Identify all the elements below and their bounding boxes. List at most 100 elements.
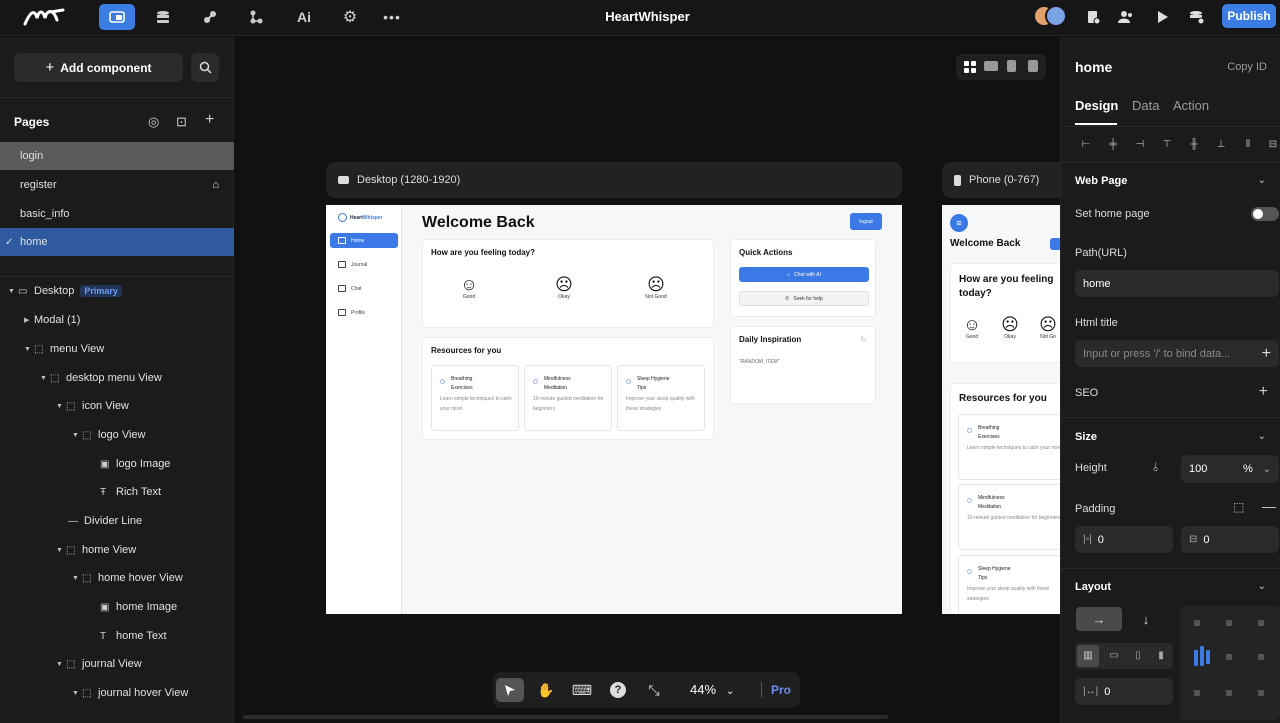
- phone-logout-button[interactable]: [1050, 238, 1060, 250]
- tree-item-menu-view[interactable]: ▼ ⬚ menu View: [0, 335, 234, 363]
- refresh-icon[interactable]: ↻: [860, 335, 867, 344]
- tree-item-desktop[interactable]: ▼ ▭ Desktop Primary: [0, 277, 234, 305]
- plus-icon[interactable]: +: [1262, 345, 1271, 363]
- desktop-icon[interactable]: [984, 61, 998, 71]
- preview-nav-profile[interactable]: Profile: [330, 305, 398, 320]
- tree-item-home-view[interactable]: ▼ ⬚ home View: [0, 536, 234, 564]
- deploy-icon[interactable]: [1181, 4, 1213, 30]
- set-home-toggle[interactable]: [1251, 207, 1279, 221]
- path-input[interactable]: home: [1075, 270, 1279, 297]
- keyboard-icon[interactable]: ⌨: [568, 678, 596, 702]
- phone-mood-good[interactable]: ☺ Good: [959, 316, 985, 341]
- page-item-basic-info[interactable]: basic_info: [0, 200, 234, 228]
- preview-nav-chat[interactable]: Chat: [330, 281, 398, 296]
- mood-good[interactable]: ☺ Good: [451, 276, 487, 301]
- page-item-home[interactable]: ✓ home: [0, 228, 234, 256]
- publish-button[interactable]: Publish: [1222, 4, 1276, 28]
- add-component-button[interactable]: + Add component: [14, 53, 183, 82]
- tree-item-logo-image[interactable]: ▣ logo Image: [0, 450, 234, 478]
- caret-down-icon[interactable]: ▼: [8, 288, 18, 295]
- web-page-section[interactable]: Web Page: [1075, 175, 1127, 187]
- layout-fill-icon[interactable]: ▯: [1127, 645, 1149, 667]
- tab-action[interactable]: Action: [1173, 98, 1209, 113]
- layout-section[interactable]: Layout: [1075, 581, 1111, 593]
- padding-expand-icon[interactable]: ⬚: [1233, 500, 1244, 514]
- gear-icon[interactable]: ⚙: [334, 4, 366, 30]
- resource-breathing[interactable]: Breathing Exercises Learn simple techniqu…: [431, 365, 519, 431]
- phone-frame-tab[interactable]: Phone (0-767): [942, 162, 1060, 198]
- grid-icon[interactable]: [964, 60, 976, 73]
- ai-icon[interactable]: Ai: [288, 4, 320, 30]
- workflow-icon[interactable]: [240, 4, 272, 30]
- height-unit[interactable]: %: [1243, 463, 1253, 475]
- chevron-down-icon[interactable]: ⌄: [1258, 581, 1266, 592]
- caret-right-icon[interactable]: ▶: [24, 316, 34, 324]
- tree-item-journal-hover-view[interactable]: ▼ ⬚ journal hover View: [0, 679, 234, 707]
- desktop-frame-tab[interactable]: Desktop (1280-1920): [326, 162, 902, 198]
- tablet-icon[interactable]: [1007, 60, 1016, 72]
- tree-item-divider-line[interactable]: — Divider Line: [0, 507, 234, 535]
- distribute-v-icon[interactable]: ⊟: [1267, 139, 1279, 151]
- distribute-h-icon[interactable]: ⫴: [1242, 139, 1254, 151]
- page-item-login[interactable]: login: [0, 142, 234, 170]
- add-seo-icon[interactable]: +: [1259, 383, 1268, 401]
- caret-down-icon[interactable]: ▼: [24, 346, 34, 353]
- database-icon[interactable]: [147, 4, 179, 30]
- align-bottom-icon[interactable]: ⊥: [1215, 139, 1227, 151]
- align-top-icon[interactable]: ⊤: [1161, 139, 1173, 151]
- zoom-level[interactable]: 44% ⌄: [690, 682, 734, 697]
- seek-help-button[interactable]: ✆ Seek for help: [739, 291, 869, 306]
- resource-mindfulness[interactable]: Mindfulness Meditation 10-minute guided m…: [524, 365, 612, 431]
- tree-item-modal[interactable]: ▶ Modal (1): [0, 306, 234, 334]
- preview-nav-home[interactable]: Home: [330, 233, 398, 248]
- mood-not-good[interactable]: ☹ Not Good: [638, 276, 674, 301]
- resource-sleep[interactable]: Sleep Hygiene Tips Improve your sleep qua…: [617, 365, 705, 431]
- horizontal-scrollbar[interactable]: [243, 715, 888, 719]
- collaborator-avatars[interactable]: [1033, 5, 1067, 27]
- more-icon[interactable]: •••: [376, 4, 408, 30]
- tree-item-journal-view[interactable]: ▼ ⬚ journal View: [0, 650, 234, 678]
- phone-icon[interactable]: [1028, 60, 1038, 72]
- padding-horizontal-input[interactable]: |▫| 0: [1075, 526, 1173, 553]
- minus-icon[interactable]: —: [1262, 498, 1276, 514]
- tab-data[interactable]: Data: [1132, 98, 1159, 113]
- padding-vertical-input[interactable]: ⊟ 0: [1181, 526, 1279, 553]
- size-section[interactable]: Size: [1075, 431, 1097, 443]
- height-mode-icon[interactable]: ⫰: [1153, 460, 1158, 475]
- search-button[interactable]: [191, 53, 219, 82]
- tree-item-logo-view[interactable]: ▼ ⬚ logo View: [0, 421, 234, 449]
- users-icon[interactable]: [1110, 4, 1142, 30]
- app-logo-icon[interactable]: [20, 4, 68, 30]
- tree-item-home-image[interactable]: ▣ home Image: [0, 593, 234, 621]
- html-title-input[interactable]: Input or press '/' to bind data... +: [1075, 340, 1279, 367]
- caret-down-icon[interactable]: ▼: [56, 403, 66, 410]
- align-center-h-icon[interactable]: ╪: [1107, 139, 1119, 151]
- phone-mood-not-good[interactable]: ☹ Not Go: [1035, 316, 1060, 341]
- add-page-icon[interactable]: +: [205, 111, 214, 129]
- copy-id-button[interactable]: Copy ID: [1227, 61, 1267, 73]
- pro-badge[interactable]: Pro: [771, 683, 791, 697]
- phone-resource-mindfulness[interactable]: Mindfulness Meditation 10-minute guided m…: [958, 484, 1060, 550]
- caret-down-icon[interactable]: ▼: [72, 432, 82, 439]
- layout-fixed-icon[interactable]: ▥: [1077, 645, 1099, 667]
- caret-down-icon[interactable]: ▼: [40, 375, 50, 382]
- new-folder-icon[interactable]: ⊡: [176, 114, 187, 130]
- phone-preview[interactable]: ≡ Welcome Back How are you feeling today…: [942, 205, 1060, 614]
- plugin-icon[interactable]: [194, 4, 226, 30]
- gap-input[interactable]: |↔| 0: [1075, 678, 1173, 705]
- canvas[interactable]: Desktop (1280-1920) Phone (0-767) HeartW…: [234, 37, 1060, 723]
- hand-tool-icon[interactable]: ✋: [532, 678, 560, 702]
- page-item-register[interactable]: register ⌂: [0, 171, 234, 199]
- direction-row-button[interactable]: →: [1076, 607, 1122, 631]
- page-settings-icon[interactable]: [1077, 4, 1109, 30]
- height-input[interactable]: 100% ⌄: [1181, 455, 1279, 483]
- align-center-v-icon[interactable]: ╫: [1188, 139, 1200, 151]
- tree-item-home-text[interactable]: Thome Text: [0, 622, 234, 650]
- chat-ai-button[interactable]: ⌂ Chat with AI: [739, 267, 869, 282]
- caret-down-icon[interactable]: ▼: [56, 547, 66, 554]
- chevron-down-icon[interactable]: ⌄: [1258, 431, 1266, 442]
- select-tool-icon[interactable]: [496, 678, 524, 702]
- alignment-grid[interactable]: [1180, 606, 1280, 720]
- align-left-icon[interactable]: ⊢: [1080, 139, 1092, 151]
- viewport-toggle[interactable]: [956, 54, 1046, 80]
